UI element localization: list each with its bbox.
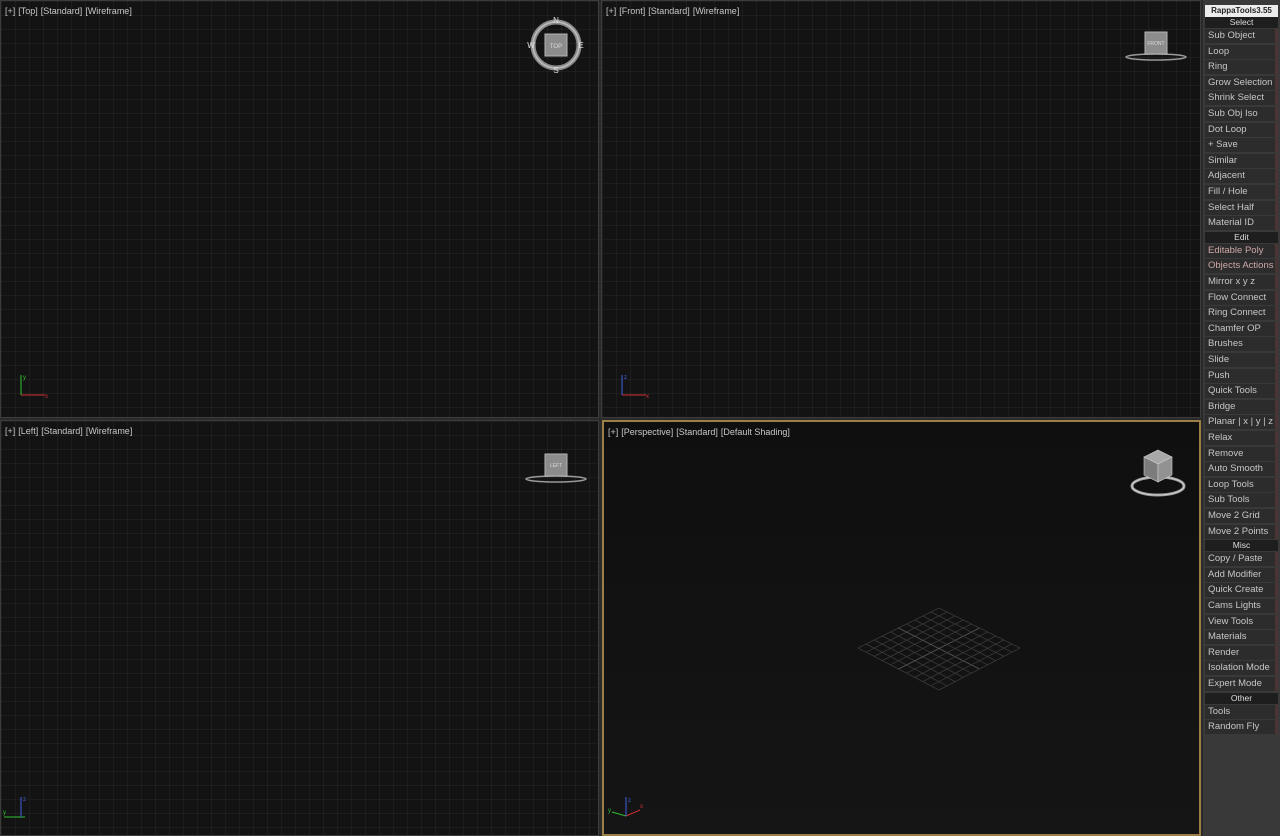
tool-button-sub-obj-iso[interactable]: Sub Obj Iso — [1205, 107, 1278, 121]
tool-button-brushes[interactable]: Brushes — [1205, 337, 1278, 352]
viewport-view-menu[interactable]: [Left] — [18, 426, 38, 436]
tool-button-slide[interactable]: Slide — [1205, 353, 1278, 367]
tool-button-materials[interactable]: Materials — [1205, 630, 1278, 645]
tool-button-cams-lights[interactable]: Cams Lights — [1205, 599, 1278, 613]
tool-button-remove[interactable]: Remove — [1205, 446, 1278, 461]
compass-south: S — [553, 66, 558, 75]
viewport-shading-menu[interactable]: [Standard] — [648, 6, 690, 16]
viewport-plus-menu[interactable]: [+] — [608, 427, 618, 437]
tool-button-editable-poly[interactable]: Editable Poly — [1205, 243, 1278, 258]
viewport-view-menu[interactable]: [Perspective] — [621, 427, 673, 437]
tool-button-material-id[interactable]: Material ID — [1205, 216, 1278, 231]
axis-tripod-icon: z x — [621, 375, 649, 400]
tool-button-bridge[interactable]: Bridge — [1205, 399, 1278, 414]
section-header-other: Other — [1205, 692, 1278, 704]
axis-tripod-icon: z y — [3, 797, 26, 818]
section-header-misc: Misc — [1205, 540, 1278, 552]
tool-button-relax[interactable]: Relax — [1205, 431, 1278, 445]
svg-text:y: y — [3, 810, 6, 816]
tool-button-ring-connect[interactable]: Ring Connect — [1205, 306, 1278, 321]
viewport-view-menu[interactable]: [Top] — [18, 6, 38, 16]
svg-text:z: z — [23, 797, 26, 803]
home-grid — [857, 607, 1021, 691]
tool-button-add-modifier[interactable]: Add Modifier — [1205, 567, 1278, 582]
tool-button-expert-mode[interactable]: Expert Mode — [1205, 677, 1278, 691]
viewport-label[interactable]: [+] [Left] [Standard] [Wireframe] — [5, 426, 135, 436]
tool-button-move-2-grid[interactable]: Move 2 Grid — [1205, 509, 1278, 523]
tool-button-shrink-select[interactable]: Shrink Select — [1205, 91, 1278, 106]
tool-button-loop-tools[interactable]: Loop Tools — [1205, 477, 1278, 492]
viewcube[interactable]: LEFT — [524, 451, 588, 487]
tool-button-chamfer-op[interactable]: Chamfer OP — [1205, 321, 1278, 336]
tool-button-push[interactable]: Push — [1205, 368, 1278, 383]
tool-button-tools[interactable]: Tools — [1205, 704, 1278, 719]
tool-button-grow-selection[interactable]: Grow Selection — [1205, 75, 1278, 90]
viewport-shading-menu[interactable]: [Standard] — [41, 426, 83, 436]
tool-button-similar[interactable]: Similar — [1205, 153, 1278, 168]
viewcube-face-label: FRONT — [1147, 41, 1164, 47]
viewport-plus-menu[interactable]: [+] — [5, 6, 15, 16]
svg-text:z: z — [628, 798, 631, 804]
tool-button-select-half[interactable]: Select Half — [1205, 200, 1278, 215]
tool-button-auto-smooth[interactable]: Auto Smooth — [1205, 462, 1278, 477]
svg-text:x: x — [45, 394, 48, 400]
viewport-perspective[interactable]: [+] [Perspective] [Standard] [Default Shadi… — [602, 420, 1201, 836]
tool-button-adjacent[interactable]: Adjacent — [1205, 169, 1278, 184]
viewcube[interactable]: FRONT — [1124, 29, 1188, 65]
viewport-plus-menu[interactable]: [+] — [5, 426, 15, 436]
viewport-mode-menu[interactable]: [Wireframe] — [86, 426, 133, 436]
tool-button-fill-hole[interactable]: Fill / Hole — [1205, 185, 1278, 199]
tool-button-ring[interactable]: Ring — [1205, 60, 1278, 75]
tool-button-flow-connect[interactable]: Flow Connect — [1205, 290, 1278, 305]
tool-button-isolation-mode[interactable]: Isolation Mode — [1205, 661, 1278, 676]
tool-button-move-2-points[interactable]: Move 2 Points — [1205, 524, 1278, 539]
compass-west: W — [527, 41, 535, 50]
viewport-label[interactable]: [+] [Front] [Standard] [Wireframe] — [606, 6, 742, 16]
rappatools-panel: RappaTools3.55 Select Sub Object Loop Ring G… — [1203, 0, 1280, 836]
viewcube-compass[interactable]: TOP N E S W — [526, 15, 586, 75]
panel-title: RappaTools3.55 — [1205, 5, 1278, 17]
tool-button-quick-tools[interactable]: Quick Tools — [1205, 384, 1278, 399]
viewport-view-menu[interactable]: [Front] — [619, 6, 645, 16]
svg-text:x: x — [640, 804, 643, 810]
viewport-mode-menu[interactable]: [Wireframe] — [85, 6, 132, 16]
svg-text:y: y — [608, 808, 611, 814]
svg-text:x: x — [646, 394, 649, 400]
section-header-edit: Edit — [1205, 231, 1278, 243]
viewport-plus-menu[interactable]: [+] — [606, 6, 616, 16]
svg-text:z: z — [624, 375, 627, 381]
section-header-select: Select — [1205, 17, 1278, 28]
viewcube-face-label: LEFT — [550, 463, 562, 469]
viewport-shading-menu[interactable]: [Standard] — [41, 6, 83, 16]
compass-east: E — [578, 41, 583, 50]
tool-button-quick-create[interactable]: Quick Create — [1205, 583, 1278, 598]
viewcube-3d[interactable] — [1126, 446, 1190, 498]
axis-tripod-icon: z x y — [608, 797, 643, 817]
viewport-label[interactable]: [+] [Perspective] [Standard] [Default Shadi… — [608, 427, 793, 437]
tool-button-save[interactable]: + Save — [1205, 138, 1278, 153]
viewport-label[interactable]: [+] [Top] [Standard] [Wireframe] — [5, 6, 135, 16]
viewport-mode-menu[interactable]: [Wireframe] — [693, 6, 740, 16]
axis-tripod-icon: y x — [20, 375, 48, 400]
tool-button-mirror-x-y-z[interactable]: Mirror x y z — [1205, 275, 1278, 289]
tool-button-view-tools[interactable]: View Tools — [1205, 614, 1278, 629]
viewport-shading-menu[interactable]: [Standard] — [676, 427, 718, 437]
viewport-top[interactable]: [+] [Top] [Standard] [Wireframe] TOP N E S … — [0, 0, 599, 418]
tool-button-copy-paste[interactable]: Copy / Paste — [1205, 552, 1278, 567]
svg-text:y: y — [23, 375, 26, 381]
tool-button-sub-object[interactable]: Sub Object — [1205, 29, 1278, 43]
viewport-front[interactable]: [+] [Front] [Standard] [Wireframe] FRONT z … — [601, 0, 1201, 418]
compass-north: N — [553, 16, 559, 25]
tool-button-planar-x-y-z[interactable]: Planar | x | y | z — [1205, 415, 1278, 430]
viewport-mode-menu[interactable]: [Default Shading] — [721, 427, 790, 437]
tool-button-objects-actions[interactable]: Objects Actions — [1205, 259, 1278, 274]
viewcube-face-label: TOP — [550, 44, 562, 50]
tool-button-random-fly[interactable]: Random Fly — [1205, 720, 1278, 735]
tool-button-render[interactable]: Render — [1205, 645, 1278, 660]
tool-button-sub-tools[interactable]: Sub Tools — [1205, 493, 1278, 508]
viewport-left[interactable]: [+] [Left] [Standard] [Wireframe] LEFT z y — [0, 420, 599, 836]
tool-button-dot-loop[interactable]: Dot Loop — [1205, 122, 1278, 137]
tool-button-loop[interactable]: Loop — [1205, 44, 1278, 59]
